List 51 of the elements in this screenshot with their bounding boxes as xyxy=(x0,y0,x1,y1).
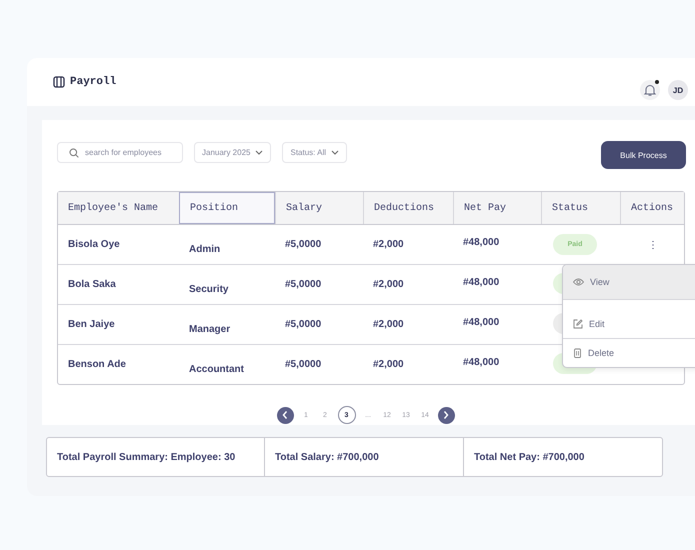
chevron-down-icon xyxy=(255,150,264,155)
search-field[interactable]: search for employees xyxy=(57,142,183,163)
table-cell-text: Admin xyxy=(188,244,222,257)
column-header[interactable]: Deductions xyxy=(363,192,453,224)
table-cell-text: #48,000 xyxy=(462,236,500,248)
table-cell-text: #48,000 xyxy=(462,276,500,288)
column-header[interactable]: Status xyxy=(541,192,620,224)
table-cell-text: #2,000 xyxy=(372,279,405,290)
table-cell-text: Security xyxy=(188,284,230,297)
table-cell-text: #48,000 xyxy=(462,316,500,328)
table-cell-text: Benson Ade xyxy=(67,358,127,370)
menu-item[interactable]: Edit xyxy=(563,310,695,339)
table-cell-text: Ben Jaiye xyxy=(67,318,116,330)
app-title: Payroll xyxy=(70,76,116,88)
chevron-down-icon xyxy=(331,150,340,155)
table-cell-text: Accountant xyxy=(188,364,245,377)
table-cell-text: #5,0000 xyxy=(284,279,322,290)
notification-button[interactable] xyxy=(640,80,660,100)
book-icon xyxy=(53,76,65,88)
summary-item: Total Net Pay: #700,000 xyxy=(463,438,662,476)
table-cell-text: #2,000 xyxy=(372,359,405,370)
column-header[interactable]: Employee's Name xyxy=(58,192,179,224)
summary-item: Total Payroll Summary: Employee: 30 xyxy=(56,450,236,464)
table-cell-text: Manager xyxy=(188,324,232,337)
column-header[interactable]: Position xyxy=(179,192,275,224)
eye-icon xyxy=(573,278,584,286)
table-cell-text: #5,0000 xyxy=(284,239,322,250)
bulk-process-button[interactable]: Bulk Process xyxy=(601,141,686,169)
user-avatar[interactable]: JD xyxy=(668,80,688,100)
table-cell-text: #2,000 xyxy=(372,319,405,330)
bell-icon xyxy=(643,83,657,97)
column-header[interactable]: Net Pay xyxy=(453,192,541,224)
chevron-left-icon xyxy=(281,410,289,420)
edit-icon xyxy=(573,319,583,329)
summary-item: Total Salary: #700,000 xyxy=(264,438,463,476)
previous-page-button[interactable] xyxy=(276,406,294,424)
search-icon xyxy=(69,148,79,158)
column-header[interactable]: Actions xyxy=(620,192,684,224)
chevron-right-icon xyxy=(442,410,450,420)
table-cell-text: Bola Saka xyxy=(67,278,117,290)
trash-icon xyxy=(573,348,582,358)
menu-item[interactable]: Delete xyxy=(563,339,695,367)
next-page-button[interactable] xyxy=(438,406,454,424)
more-actions-button[interactable]: ⋮ xyxy=(646,238,660,250)
table-cell-text: #48,000 xyxy=(462,356,500,368)
table-cell-text: Bisola Oye xyxy=(67,238,121,250)
menu-item[interactable]: View xyxy=(563,265,695,300)
table-cell-text: #5,0000 xyxy=(284,359,322,370)
column-header[interactable]: Salary xyxy=(275,192,363,224)
table-cell-text: #5,0000 xyxy=(284,319,322,330)
table-cell-text: #2,000 xyxy=(372,239,405,250)
